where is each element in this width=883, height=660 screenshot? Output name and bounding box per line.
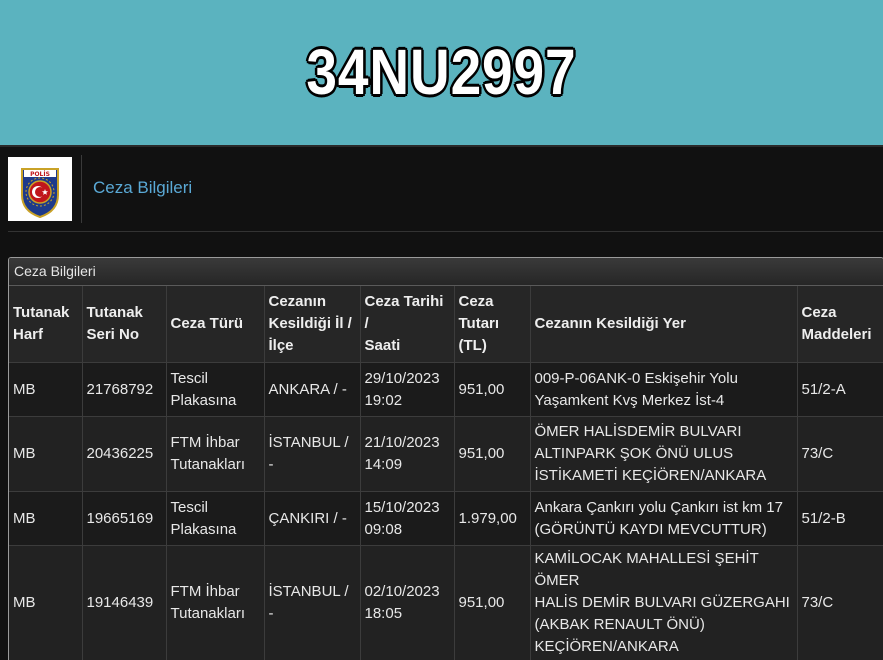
cell-yer: Ankara Çankırı yolu Çankırı ist km 17(GÖ… [530, 492, 797, 546]
header-ceza-turu: Ceza Türü [166, 286, 264, 363]
cell-il-ilce: ÇANKIRI / - [264, 492, 360, 546]
polis-emblem-icon: POLİS [8, 157, 72, 221]
cell-ceza-turu: FTM İhbarTutanakları [166, 417, 264, 492]
table-header-row: TutanakHarf TutanakSeri No Ceza Türü Cez… [9, 286, 883, 363]
panel-divider [8, 231, 883, 232]
cell-madde: 51/2-A [797, 363, 883, 417]
cell-tutar: 1.979,00 [454, 492, 530, 546]
header-tutanak-harf: TutanakHarf [9, 286, 82, 363]
table-row: MB 19665169 TescilPlakasına ÇANKIRI / - … [9, 492, 883, 546]
ceza-table: TutanakHarf TutanakSeri No Ceza Türü Cez… [9, 286, 883, 660]
cell-harf: MB [9, 363, 82, 417]
cell-tutar: 951,00 [454, 363, 530, 417]
table-row: MB 20436225 FTM İhbarTutanakları İSTANBU… [9, 417, 883, 492]
header-tutar: CezaTutarı(TL) [454, 286, 530, 363]
header-kesildigi-yer: Cezanın Kesildiği Yer [530, 286, 797, 363]
cell-ceza-turu: TescilPlakasına [166, 363, 264, 417]
cell-tarih: 15/10/202309:08 [360, 492, 454, 546]
ceza-panel: POLİS Ceza Bilgileri Ceza Bilgileri [0, 145, 883, 645]
cell-il-ilce: İSTANBUL / - [264, 417, 360, 492]
cell-yer: 009-P-06ANK-0 Eskişehir YoluYaşamkent Kv… [530, 363, 797, 417]
cell-tutar: 951,00 [454, 417, 530, 492]
cell-tarih: 29/10/202319:02 [360, 363, 454, 417]
header-ceza-maddeleri: CezaMaddeleri [797, 286, 883, 363]
svg-text:POLİS: POLİS [30, 171, 50, 178]
cell-madde: 73/C [797, 417, 883, 492]
panel-title: Ceza Bilgileri [93, 178, 192, 198]
cell-seri-no: 21768792 [82, 363, 166, 417]
cell-ceza-turu: TescilPlakasına [166, 492, 264, 546]
cell-yer: ÖMER HALİSDEMİR BULVARIALTINPARK ŞOK ÖNÜ… [530, 417, 797, 492]
cell-seri-no: 19665169 [82, 492, 166, 546]
cell-madde: 51/2-B [797, 492, 883, 546]
plate-number: 34NU2997 [62, 34, 821, 110]
cell-il-ilce: ANKARA / - [264, 363, 360, 417]
table-caption: Ceza Bilgileri [9, 258, 883, 286]
header-il-ilce: CezanınKesildiği İl /İlçe [264, 286, 360, 363]
cell-tarih: 21/10/202314:09 [360, 417, 454, 492]
table-row: MB 21768792 TescilPlakasına ANKARA / - 2… [9, 363, 883, 417]
header-tarih-saat: Ceza Tarihi /Saati [360, 286, 454, 363]
header-tutanak-seri-no: TutanakSeri No [82, 286, 166, 363]
cell-harf: MB [9, 492, 82, 546]
cell-harf: MB [9, 417, 82, 492]
logo-divider [81, 155, 82, 223]
ceza-table-container: Ceza Bilgileri TutanakHarf TutanakSeri N… [8, 257, 883, 660]
cell-seri-no: 20436225 [82, 417, 166, 492]
plate-banner: 34NU2997 [0, 0, 883, 145]
